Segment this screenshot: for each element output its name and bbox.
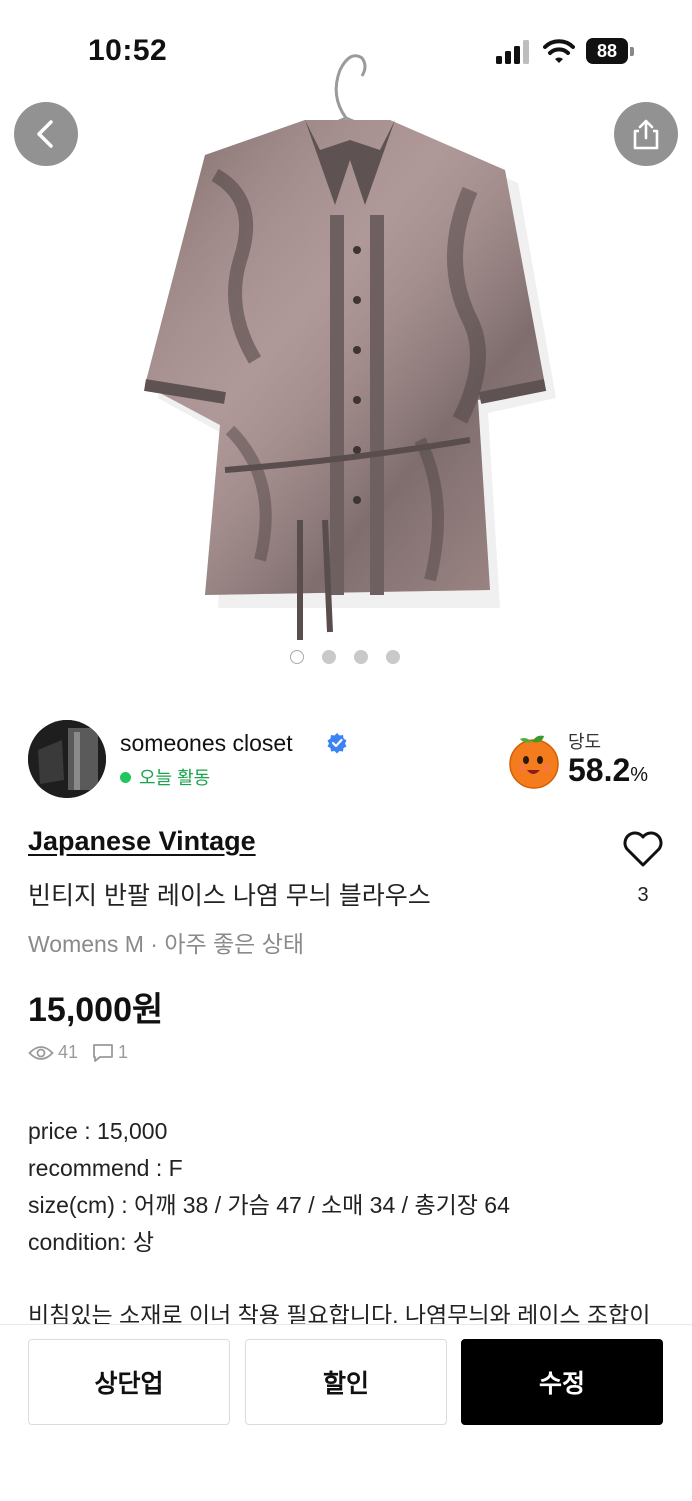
product-title: 빈티지 반팔 레이스 나염 무늬 블라우스 <box>28 882 431 910</box>
comment-count: 1 <box>118 1042 129 1062</box>
carousel-dot-4[interactable] <box>386 650 400 664</box>
seller-name[interactable]: someones closet <box>120 730 293 757</box>
sweetness-value: 58.2% <box>568 752 648 789</box>
discount-button[interactable]: 할인 <box>245 1339 447 1425</box>
product-description: price : 15,000 recommend : F size(cm) : … <box>28 1113 668 1261</box>
sweetness-unit: % <box>630 764 649 786</box>
comment-icon <box>93 1043 113 1062</box>
seller-row[interactable]: someones closet 오늘 활동 당도 58.2% <box>28 718 668 798</box>
edit-button[interactable]: 수정 <box>461 1339 663 1425</box>
share-icon <box>633 119 659 150</box>
like-count: 3 <box>637 884 649 906</box>
desc-recommend: recommend : F <box>28 1155 183 1181</box>
activity-label: 오늘 활동 <box>139 768 211 788</box>
active-dot-icon <box>120 771 131 783</box>
product-price: 15,000원 <box>28 991 164 1029</box>
bump-button[interactable]: 상단업 <box>28 1339 230 1425</box>
share-button[interactable] <box>614 102 678 166</box>
sweetness-number: 58.2 <box>568 752 631 788</box>
desc-condition: condition: 상 <box>28 1229 155 1255</box>
view-count: 41 <box>58 1042 79 1062</box>
desc-price: price : 15,000 <box>28 1118 168 1144</box>
seller-activity: 오늘 활동 <box>120 764 210 790</box>
desc-size: size(cm) : 어깨 38 / 가슴 47 / 소매 34 / 총기장 6… <box>28 1192 510 1218</box>
bottom-action-bar: 상단업 할인 수정 <box>0 1324 692 1501</box>
carousel-dot-2[interactable] <box>322 650 336 664</box>
product-image-carousel[interactable] <box>0 0 692 690</box>
eye-icon <box>28 1045 54 1060</box>
verified-badge-icon <box>327 733 347 754</box>
seller-avatar[interactable] <box>28 720 106 798</box>
heart-icon[interactable] <box>620 826 666 872</box>
sweetness-score[interactable]: 당도 58.2% <box>506 722 676 798</box>
brand-link[interactable]: Japanese Vintage <box>28 826 256 857</box>
carousel-dots[interactable] <box>290 650 400 664</box>
avatar-image <box>28 720 106 798</box>
back-arrow-icon <box>37 120 53 148</box>
sweetness-label: 당도 <box>568 732 602 752</box>
carousel-dot-3[interactable] <box>354 650 368 664</box>
product-stats: 41 1 <box>28 1042 128 1063</box>
orange-icon <box>509 735 559 789</box>
product-meta: Womens M · 아주 좋은 상태 <box>28 931 305 957</box>
product-photo <box>144 54 556 640</box>
back-button[interactable] <box>14 102 78 166</box>
carousel-dot-1[interactable] <box>290 650 304 664</box>
